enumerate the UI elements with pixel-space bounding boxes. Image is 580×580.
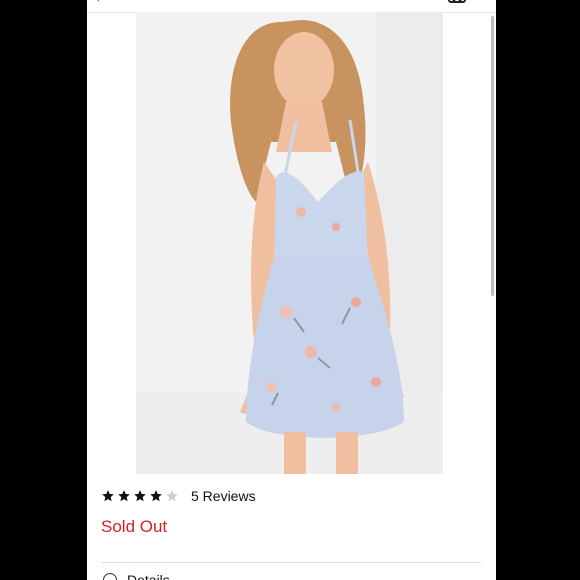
details-label: Details [127, 572, 170, 580]
cart-icon[interactable] [447, 0, 467, 4]
rating-row[interactable]: 5 Reviews [101, 487, 256, 505]
product-page: ← [87, 0, 496, 580]
availability-status: Sold Out [101, 517, 168, 536]
star-filled-icon [134, 490, 146, 502]
star-filled-icon [150, 490, 162, 502]
product-image[interactable] [136, 12, 443, 474]
scrollbar[interactable] [491, 16, 494, 296]
reviews-link[interactable]: 5 Reviews [191, 488, 256, 504]
back-arrow-icon[interactable]: ← [93, 0, 109, 6]
star-filled-icon [118, 490, 130, 502]
divider [101, 562, 481, 563]
details-circle-icon [103, 573, 117, 580]
star-empty-icon [166, 490, 178, 502]
details-accordion[interactable]: Details [103, 572, 170, 580]
star-filled-icon [102, 490, 114, 502]
star-rating [101, 489, 179, 503]
product-photo-illustration [136, 12, 443, 474]
